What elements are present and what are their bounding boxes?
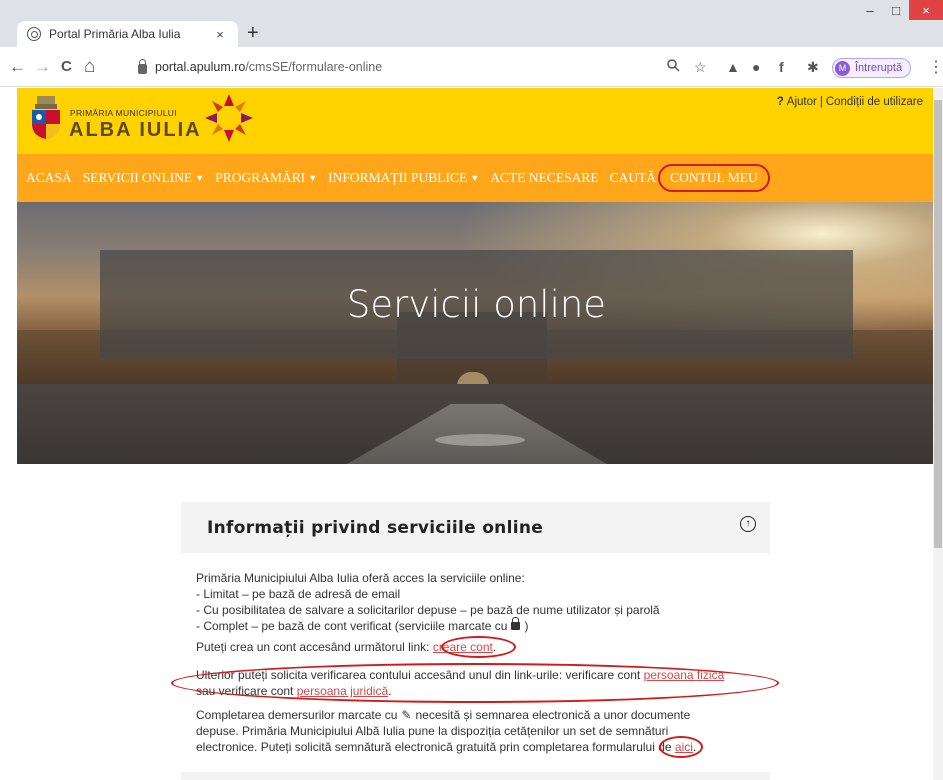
- drive-extension-icon[interactable]: ▲: [726, 57, 740, 77]
- bookmark-star-icon[interactable]: ☆: [694, 57, 707, 77]
- terms-link[interactable]: Condiții de utilizare: [826, 96, 923, 108]
- nav-label: CAUTĂ: [609, 170, 657, 185]
- nav-label: PROGRAMĂRI: [215, 170, 306, 185]
- window-maximize-button[interactable]: □: [883, 0, 909, 20]
- sign-line-2: depuse. Primăria Municipiului Albă Iulia…: [196, 724, 669, 738]
- browser-tab-bar: Portal Primăria Alba Iulia × + – □ ×: [0, 0, 943, 47]
- pin-extension-icon[interactable]: ●: [752, 57, 760, 77]
- reload-button[interactable]: C: [61, 57, 72, 77]
- nav-item-appointments[interactable]: PROGRAMĂRI ▼: [215, 170, 317, 186]
- pencil-icon: ✎: [401, 708, 412, 722]
- url-domain: portal.apulum.ro: [155, 60, 246, 74]
- profile-button[interactable]: M Întreruptă: [832, 58, 912, 78]
- hero-plaza: [435, 434, 525, 446]
- tab-title: Portal Primăria Alba Iulia: [49, 27, 181, 41]
- nav-label: ACASĂ: [26, 170, 72, 185]
- browser-menu-icon[interactable]: ⋮: [928, 57, 943, 77]
- bullet-complete-text: - Complet – pe bază de cont verificat (s…: [196, 619, 508, 633]
- annotation-oval-verify: [171, 663, 779, 703]
- main-nav: ACASĂ SERVICII ONLINE ▼ PROGRAMĂRI ▼ INFOR…: [17, 154, 933, 202]
- sign-text: Completarea demersurilor marcate cu: [196, 708, 398, 722]
- lock-icon: [511, 617, 521, 630]
- online-services-info-panel: Informații privind serviciile online ↑ P…: [171, 502, 779, 780]
- help-link[interactable]: Ajutor: [787, 96, 817, 108]
- bullet-save: - Cu posibilitatea de salvare a solicita…: [196, 603, 660, 617]
- city-crest-icon: [32, 96, 60, 139]
- page-scrollbar[interactable]: [933, 88, 943, 780]
- nav-label: SERVICII ONLINE: [82, 170, 193, 185]
- nav-item-public-info[interactable]: INFORMAȚII PUBLICE ▼: [328, 170, 479, 186]
- facebook-extension-icon[interactable]: f: [779, 57, 784, 77]
- bullet-limited: - Limitat – pe bază de adresă de email: [196, 587, 401, 601]
- profile-avatar: M: [835, 60, 850, 76]
- site-header: PRIMĂRIA MUNICIPIULUI ALBA IULIA ? Ajuto…: [17, 88, 933, 154]
- collapse-arrow-up-icon[interactable]: ↑: [740, 516, 756, 532]
- bullet-complete: - Complet – pe bază de cont verificat (s…: [196, 617, 529, 634]
- address-bar[interactable]: portal.apulum.ro/cmsSE/formulare-online: [138, 55, 698, 79]
- secure-lock-icon: [138, 59, 147, 74]
- nav-item-required-documents[interactable]: ACTE NECESARE: [490, 170, 598, 186]
- create-account-text: Puteți crea un cont accesând următorul l…: [196, 640, 430, 654]
- sign-line-3-text: electronice. Puteți solicită semnătură e…: [196, 740, 672, 754]
- hero-title: Servicii online: [346, 283, 607, 326]
- city-star-logo-icon: [205, 94, 253, 142]
- hero-banner: Servicii online: [17, 202, 933, 464]
- tab-close-icon[interactable]: ×: [212, 27, 228, 42]
- intro-text: Primăria Municipiului Alba Iulia oferă a…: [196, 571, 525, 585]
- nav-label: INFORMAȚII PUBLICE: [328, 170, 468, 185]
- help-question-icon: ?: [776, 96, 784, 108]
- browser-toolbar: ← → C ⌂ portal.apulum.ro/cmsSE/formulare…: [0, 47, 943, 87]
- nav-item-home[interactable]: ACASĂ: [26, 170, 72, 186]
- nav-item-online-services[interactable]: SERVICII ONLINE ▼: [83, 170, 204, 186]
- logo-subtitle: PRIMĂRIA MUNICIPIULUI: [70, 108, 177, 118]
- nav-item-search[interactable]: CAUTĂ: [610, 170, 657, 186]
- browser-tab[interactable]: Portal Primăria Alba Iulia ×: [17, 21, 238, 47]
- hero-title-band: Servicii online: [100, 250, 853, 359]
- window-close-button[interactable]: ×: [909, 0, 943, 20]
- annotation-oval-signature: [659, 736, 703, 758]
- sign-line-1: Completarea demersurilor marcate cu ✎ nece…: [196, 707, 690, 723]
- next-panel-header: [181, 772, 770, 780]
- url-path: /cmsSE/formulare-online: [245, 60, 383, 74]
- help-links: ? Ajutor | Condiții de utilizare: [777, 96, 923, 108]
- new-tab-button[interactable]: +: [247, 22, 259, 44]
- annotation-oval-create-account: [441, 636, 516, 658]
- scrollbar-thumb[interactable]: [934, 100, 942, 548]
- window-minimize-button[interactable]: –: [857, 0, 883, 20]
- zoom-icon[interactable]: [666, 57, 680, 77]
- panel-header[interactable]: Informații privind serviciile online ↑: [181, 502, 770, 553]
- sign-line-3: electronice. Puteți solicită semnătură e…: [196, 739, 696, 755]
- sign-text-end: necesită și semnarea electronică a unor …: [415, 708, 691, 722]
- forward-button[interactable]: →: [34, 57, 51, 77]
- chevron-down-icon: ▼: [308, 173, 318, 183]
- bullet-complete-end: ): [524, 619, 529, 633]
- profile-status: Întreruptă: [855, 62, 903, 74]
- panel-title: Informații privind serviciile online: [207, 518, 544, 538]
- extensions-puzzle-icon[interactable]: ✱: [807, 57, 819, 77]
- logo-title: ALBA IULIA: [69, 119, 202, 141]
- chevron-down-icon: ▼: [470, 173, 480, 183]
- help-separator: |: [819, 96, 823, 108]
- home-button[interactable]: ⌂: [84, 57, 95, 77]
- nav-label: ACTE NECESARE: [490, 170, 599, 185]
- site-favicon-icon: [27, 27, 41, 41]
- nav-item-my-account[interactable]: CONTUL MEU: [658, 164, 770, 192]
- chevron-down-icon: ▼: [195, 173, 205, 183]
- back-button[interactable]: ←: [9, 57, 26, 77]
